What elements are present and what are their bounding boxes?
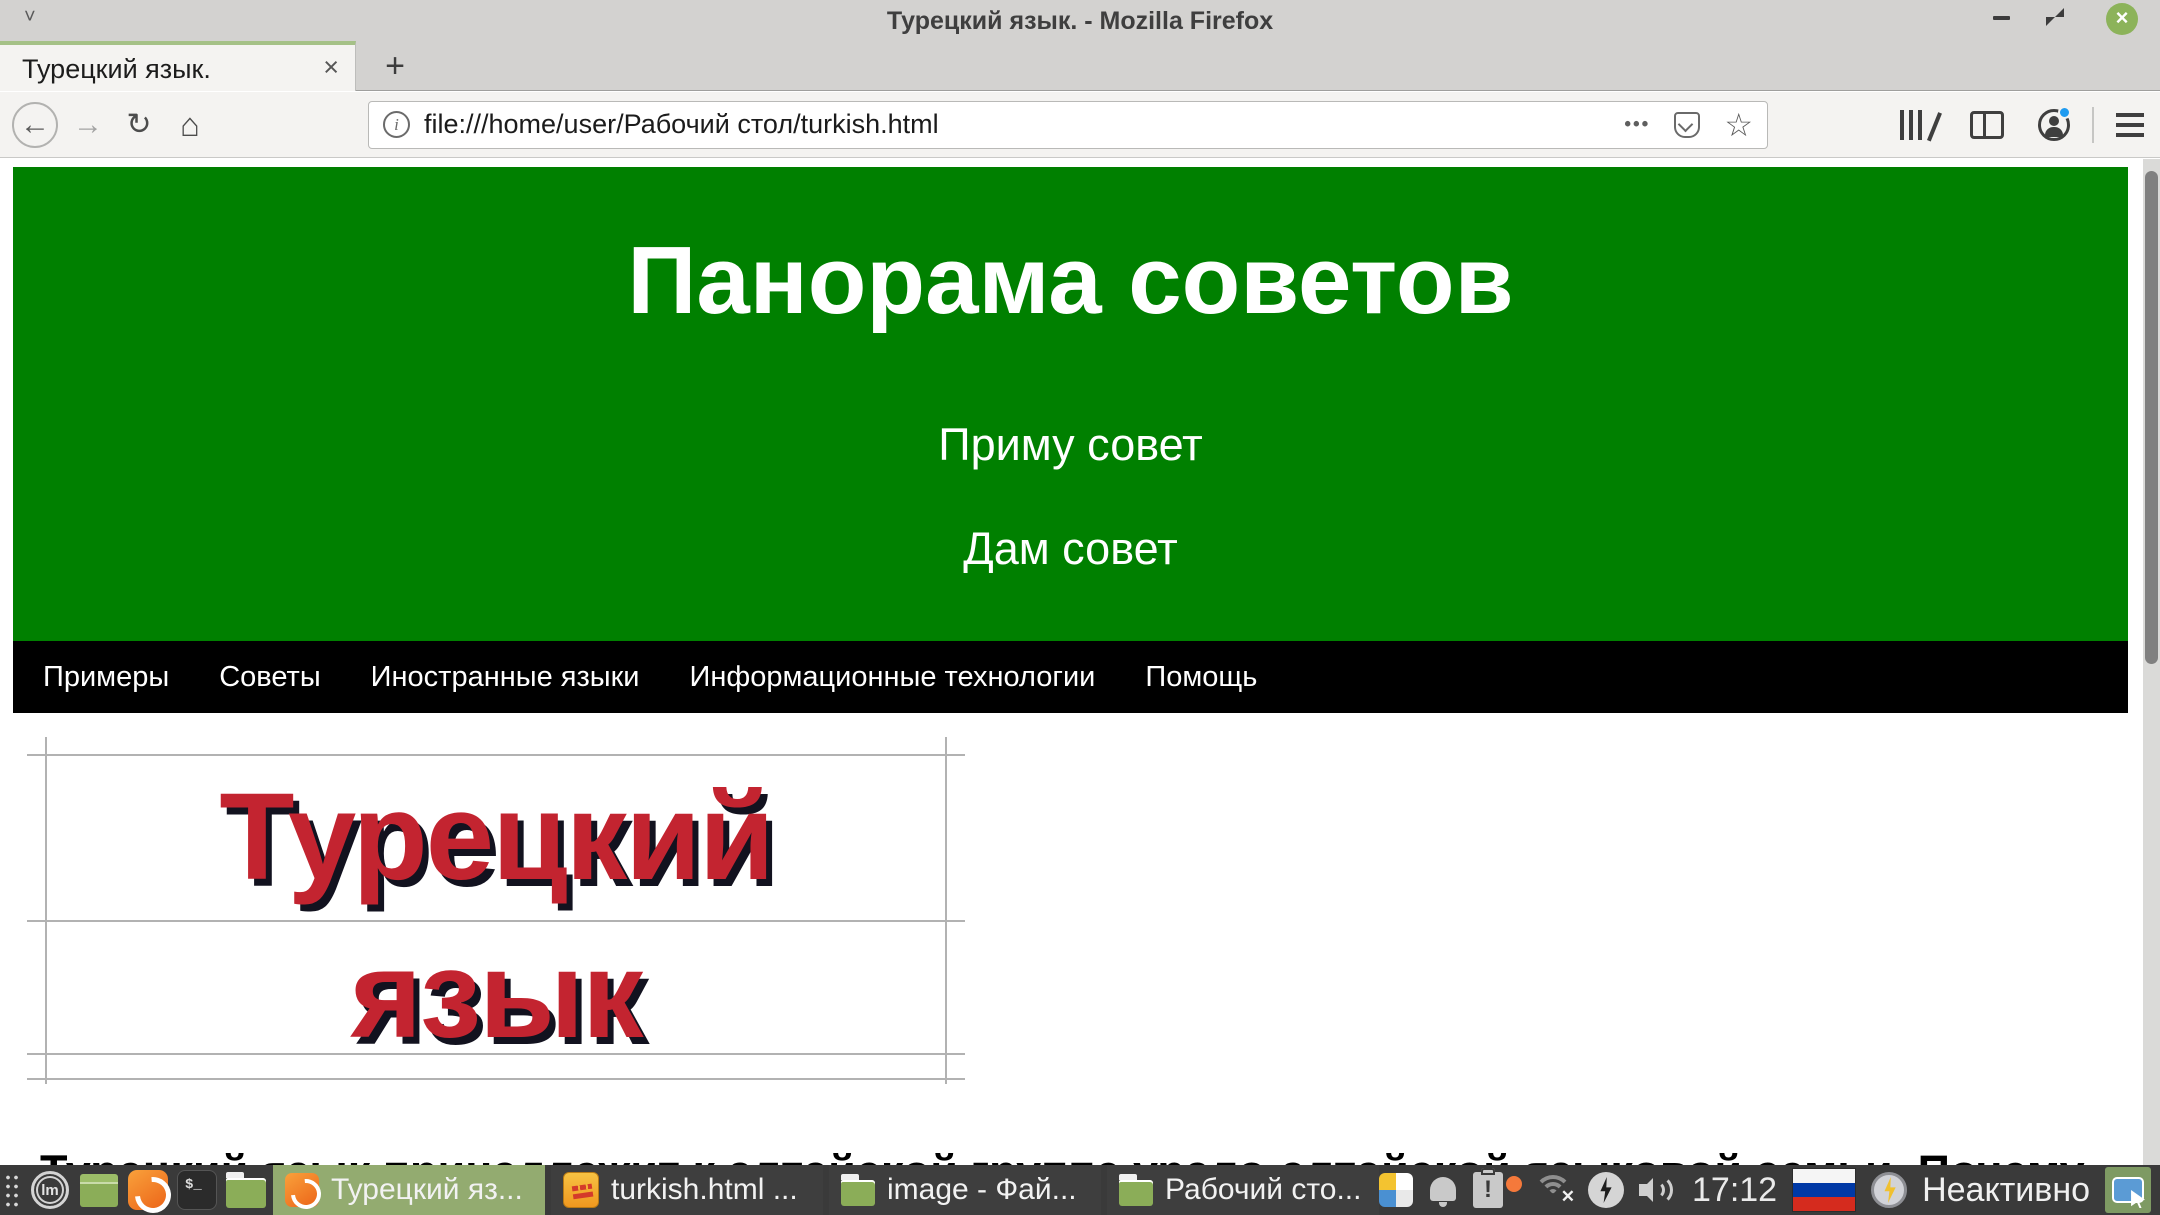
notifications-bell-icon[interactable] xyxy=(1428,1175,1458,1205)
input-method-status[interactable]: Неактивно xyxy=(1922,1171,2090,1210)
forward-button[interactable]: → xyxy=(65,102,111,148)
firefox-launcher[interactable] xyxy=(127,1169,169,1211)
navigation-toolbar: ← → ↻ ⌂ i file:///home/user/Рабочий стол… xyxy=(0,92,2160,158)
firefox-icon xyxy=(128,1170,168,1210)
taskbar: lm $_ Турецкий яз... turkish.html ... im… xyxy=(0,1165,2160,1215)
tab-turkish[interactable]: Турецкий язык. × xyxy=(0,41,356,91)
nav-item-examples[interactable]: Примеры xyxy=(43,661,169,694)
files-launcher[interactable] xyxy=(225,1169,267,1211)
page-title: Панорама советов xyxy=(13,167,2128,329)
bookmark-star-icon[interactable]: ☆ xyxy=(1724,109,1753,141)
screen-share-button[interactable] xyxy=(2105,1167,2151,1213)
maximize-button[interactable] xyxy=(2046,8,2064,26)
firefox-window: ˅ Турецкий язык. - Mozilla Firefox × Тур… xyxy=(0,0,2160,1215)
nav-item-it[interactable]: Информационные технологии xyxy=(690,661,1096,694)
workspace-quad-icon[interactable] xyxy=(1379,1173,1413,1207)
task-label: Турецкий яз... xyxy=(331,1173,523,1207)
show-desktop-button[interactable] xyxy=(78,1169,120,1211)
back-button[interactable]: ← xyxy=(12,102,58,148)
menu-hamburger-icon[interactable] xyxy=(2116,113,2144,137)
page-viewport: Панорама советов Приму совет Дам совет П… xyxy=(0,159,2160,1165)
keyboard-layout-russian-flag-icon[interactable] xyxy=(1792,1168,1856,1212)
terminal-launcher[interactable]: $_ xyxy=(176,1169,218,1211)
site-info-icon[interactable]: i xyxy=(383,111,410,138)
close-window-button[interactable]: × xyxy=(2106,3,2138,35)
task-label: Рабочий сто... xyxy=(1165,1173,1361,1207)
link-give-advice[interactable]: Дам совет xyxy=(13,526,2128,571)
home-button[interactable]: ⌂ xyxy=(167,102,213,148)
account-icon[interactable] xyxy=(2038,109,2070,141)
pocket-save-icon[interactable] xyxy=(1674,112,1700,138)
window-icon xyxy=(80,1174,118,1207)
text-editor-icon xyxy=(563,1172,599,1208)
new-tab-button[interactable]: + xyxy=(372,45,418,89)
banner-word-2: язык xyxy=(27,934,965,1057)
task-editor-turkish-html[interactable]: turkish.html ... xyxy=(551,1165,823,1215)
nav-item-advice[interactable]: Советы xyxy=(219,661,320,694)
page-nav: Примеры Советы Иностранные языки Информа… xyxy=(13,641,2128,713)
page-header: Панорама советов Приму совет Дам совет xyxy=(13,167,2128,641)
terminal-icon: $_ xyxy=(177,1170,217,1210)
toolbar-separator xyxy=(2092,107,2094,143)
clipboard-alert-icon[interactable]: ! xyxy=(1473,1172,1503,1208)
task-files-desktop[interactable]: Рабочий сто... xyxy=(1107,1165,1379,1215)
update-badge xyxy=(1506,1176,1522,1192)
library-icon[interactable] xyxy=(1900,110,1936,140)
url-bar[interactable]: i file:///home/user/Рабочий стол/turkish… xyxy=(368,101,1768,149)
mint-logo-icon: lm xyxy=(31,1171,69,1209)
volume-icon[interactable] xyxy=(1639,1174,1677,1206)
page-actions-icon[interactable]: ••• xyxy=(1624,114,1650,136)
task-label: image - Фай... xyxy=(887,1173,1077,1207)
folder-icon xyxy=(226,1178,266,1208)
power-clock-icon[interactable] xyxy=(1871,1172,1907,1208)
scrollbar-thumb[interactable] xyxy=(2145,171,2158,664)
vertical-scrollbar[interactable] xyxy=(2143,159,2160,1165)
task-label: turkish.html ... xyxy=(611,1173,798,1207)
intro-paragraph: Турецкий язык принадлежит к алтайской гр… xyxy=(40,1146,2140,1165)
system-tray: ! ✕ 17:12 Неактивно xyxy=(1379,1167,2160,1213)
tab-title: Турецкий язык. xyxy=(22,54,211,85)
task-firefox-turkish[interactable]: Турецкий яз... xyxy=(273,1165,545,1215)
url-text[interactable]: file:///home/user/Рабочий стол/turkish.h… xyxy=(424,109,1624,140)
panel-grip-left[interactable] xyxy=(3,1171,19,1209)
folder-icon xyxy=(841,1180,875,1206)
mint-menu-button[interactable]: lm xyxy=(29,1169,71,1211)
taskbar-clock[interactable]: 17:12 xyxy=(1692,1171,1777,1210)
banner-word-1: Турецкий xyxy=(27,776,965,899)
folder-icon xyxy=(1119,1180,1153,1206)
turkish-banner-image: Турецкий язык xyxy=(27,737,965,1084)
minimize-button[interactable] xyxy=(1993,16,2010,20)
network-disconnected-icon[interactable]: ✕ xyxy=(1533,1175,1573,1205)
task-files-image[interactable]: image - Фай... xyxy=(829,1165,1101,1215)
nav-item-help[interactable]: Помощь xyxy=(1145,661,1257,694)
link-take-advice[interactable]: Приму совет xyxy=(13,422,2128,467)
nav-item-foreign-languages[interactable]: Иностранные языки xyxy=(371,661,640,694)
window-titlebar: ˅ Турецкий язык. - Mozilla Firefox × xyxy=(0,0,2160,41)
power-manager-icon[interactable] xyxy=(1588,1172,1624,1208)
tab-strip: Турецкий язык. × + xyxy=(0,41,2160,91)
firefox-icon xyxy=(285,1173,319,1207)
sidebar-icon[interactable] xyxy=(1970,111,2004,139)
tab-close-icon[interactable]: × xyxy=(323,52,339,83)
account-notification-dot xyxy=(2058,106,2071,119)
reload-button[interactable]: ↻ xyxy=(116,102,162,148)
network-off-x: ✕ xyxy=(1561,1187,1575,1207)
toolbar-right-group xyxy=(1900,107,2160,143)
window-title: Турецкий язык. - Mozilla Firefox xyxy=(0,7,2160,36)
